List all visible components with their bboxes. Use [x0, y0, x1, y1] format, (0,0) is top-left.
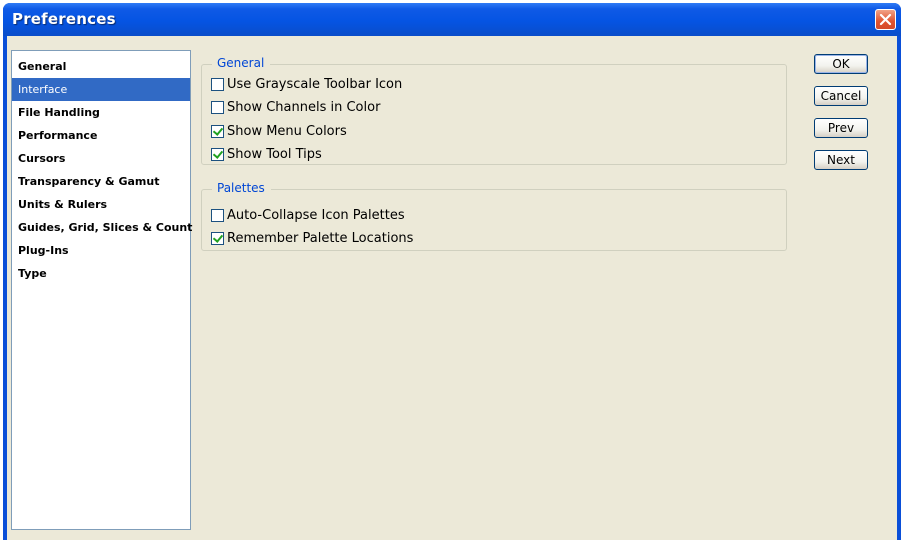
option-label: Show Tool Tips: [227, 146, 322, 162]
option-auto-collapse-icon-palettes[interactable]: Auto-Collapse Icon Palettes: [211, 206, 405, 224]
ok-button[interactable]: OK: [814, 54, 868, 74]
nav-item-performance[interactable]: Performance: [12, 124, 190, 147]
palettes-group-legend: Palettes: [212, 181, 271, 195]
nav-item-units-rulers[interactable]: Units & Rulers: [12, 193, 190, 216]
prev-button[interactable]: Prev: [814, 118, 868, 138]
next-button[interactable]: Next: [814, 150, 868, 170]
nav-item-general[interactable]: General: [12, 55, 190, 78]
nav-item-type[interactable]: Type: [12, 262, 190, 285]
general-group-legend: General: [212, 56, 271, 70]
show-menu-colors-checkbox[interactable]: [211, 124, 224, 138]
remember-palette-locations-checkbox[interactable]: [211, 231, 224, 245]
nav-item-plug-ins[interactable]: Plug-Ins: [12, 239, 190, 262]
option-label: Auto-Collapse Icon Palettes: [227, 207, 405, 223]
palettes-group: Palettes Auto-Collapse Icon Palettes Rem…: [201, 181, 787, 251]
option-show-channels-in-color[interactable]: Show Channels in Color: [211, 98, 380, 116]
nav-item-transparency-gamut[interactable]: Transparency & Gamut: [12, 170, 190, 193]
option-label: Use Grayscale Toolbar Icon: [227, 76, 403, 92]
auto-collapse-icon-palettes-checkbox[interactable]: [211, 208, 224, 222]
show-tool-tips-checkbox[interactable]: [211, 147, 224, 161]
general-group: General Use Grayscale Toolbar Icon Show …: [201, 56, 787, 165]
close-icon: [879, 13, 892, 26]
nav-item-guides-grid-slices[interactable]: Guides, Grid, Slices & Count: [12, 216, 192, 239]
preferences-category-list[interactable]: General Interface File Handling Performa…: [11, 50, 192, 530]
window-title: Preferences: [12, 10, 116, 28]
preferences-window: Preferences General Interface File Handl…: [3, 3, 901, 540]
option-show-tool-tips[interactable]: Show Tool Tips: [211, 145, 322, 163]
nav-item-cursors[interactable]: Cursors: [12, 147, 190, 170]
option-label: Show Channels in Color: [227, 99, 381, 115]
dialog-body: General Interface File Handling Performa…: [7, 36, 897, 540]
option-label: Show Menu Colors: [227, 123, 347, 139]
option-grayscale-toolbar-icon[interactable]: Use Grayscale Toolbar Icon: [211, 75, 402, 93]
close-button[interactable]: [875, 9, 896, 30]
grayscale-toolbar-icon-checkbox[interactable]: [211, 77, 224, 91]
option-show-menu-colors[interactable]: Show Menu Colors: [211, 122, 347, 140]
cancel-button[interactable]: Cancel: [814, 86, 868, 106]
nav-item-interface[interactable]: Interface: [12, 78, 190, 101]
option-label: Remember Palette Locations: [227, 230, 414, 246]
option-remember-palette-locations[interactable]: Remember Palette Locations: [211, 229, 413, 247]
show-channels-in-color-checkbox[interactable]: [211, 100, 224, 114]
nav-item-file-handling[interactable]: File Handling: [12, 101, 190, 124]
title-bar[interactable]: Preferences: [3, 3, 901, 36]
